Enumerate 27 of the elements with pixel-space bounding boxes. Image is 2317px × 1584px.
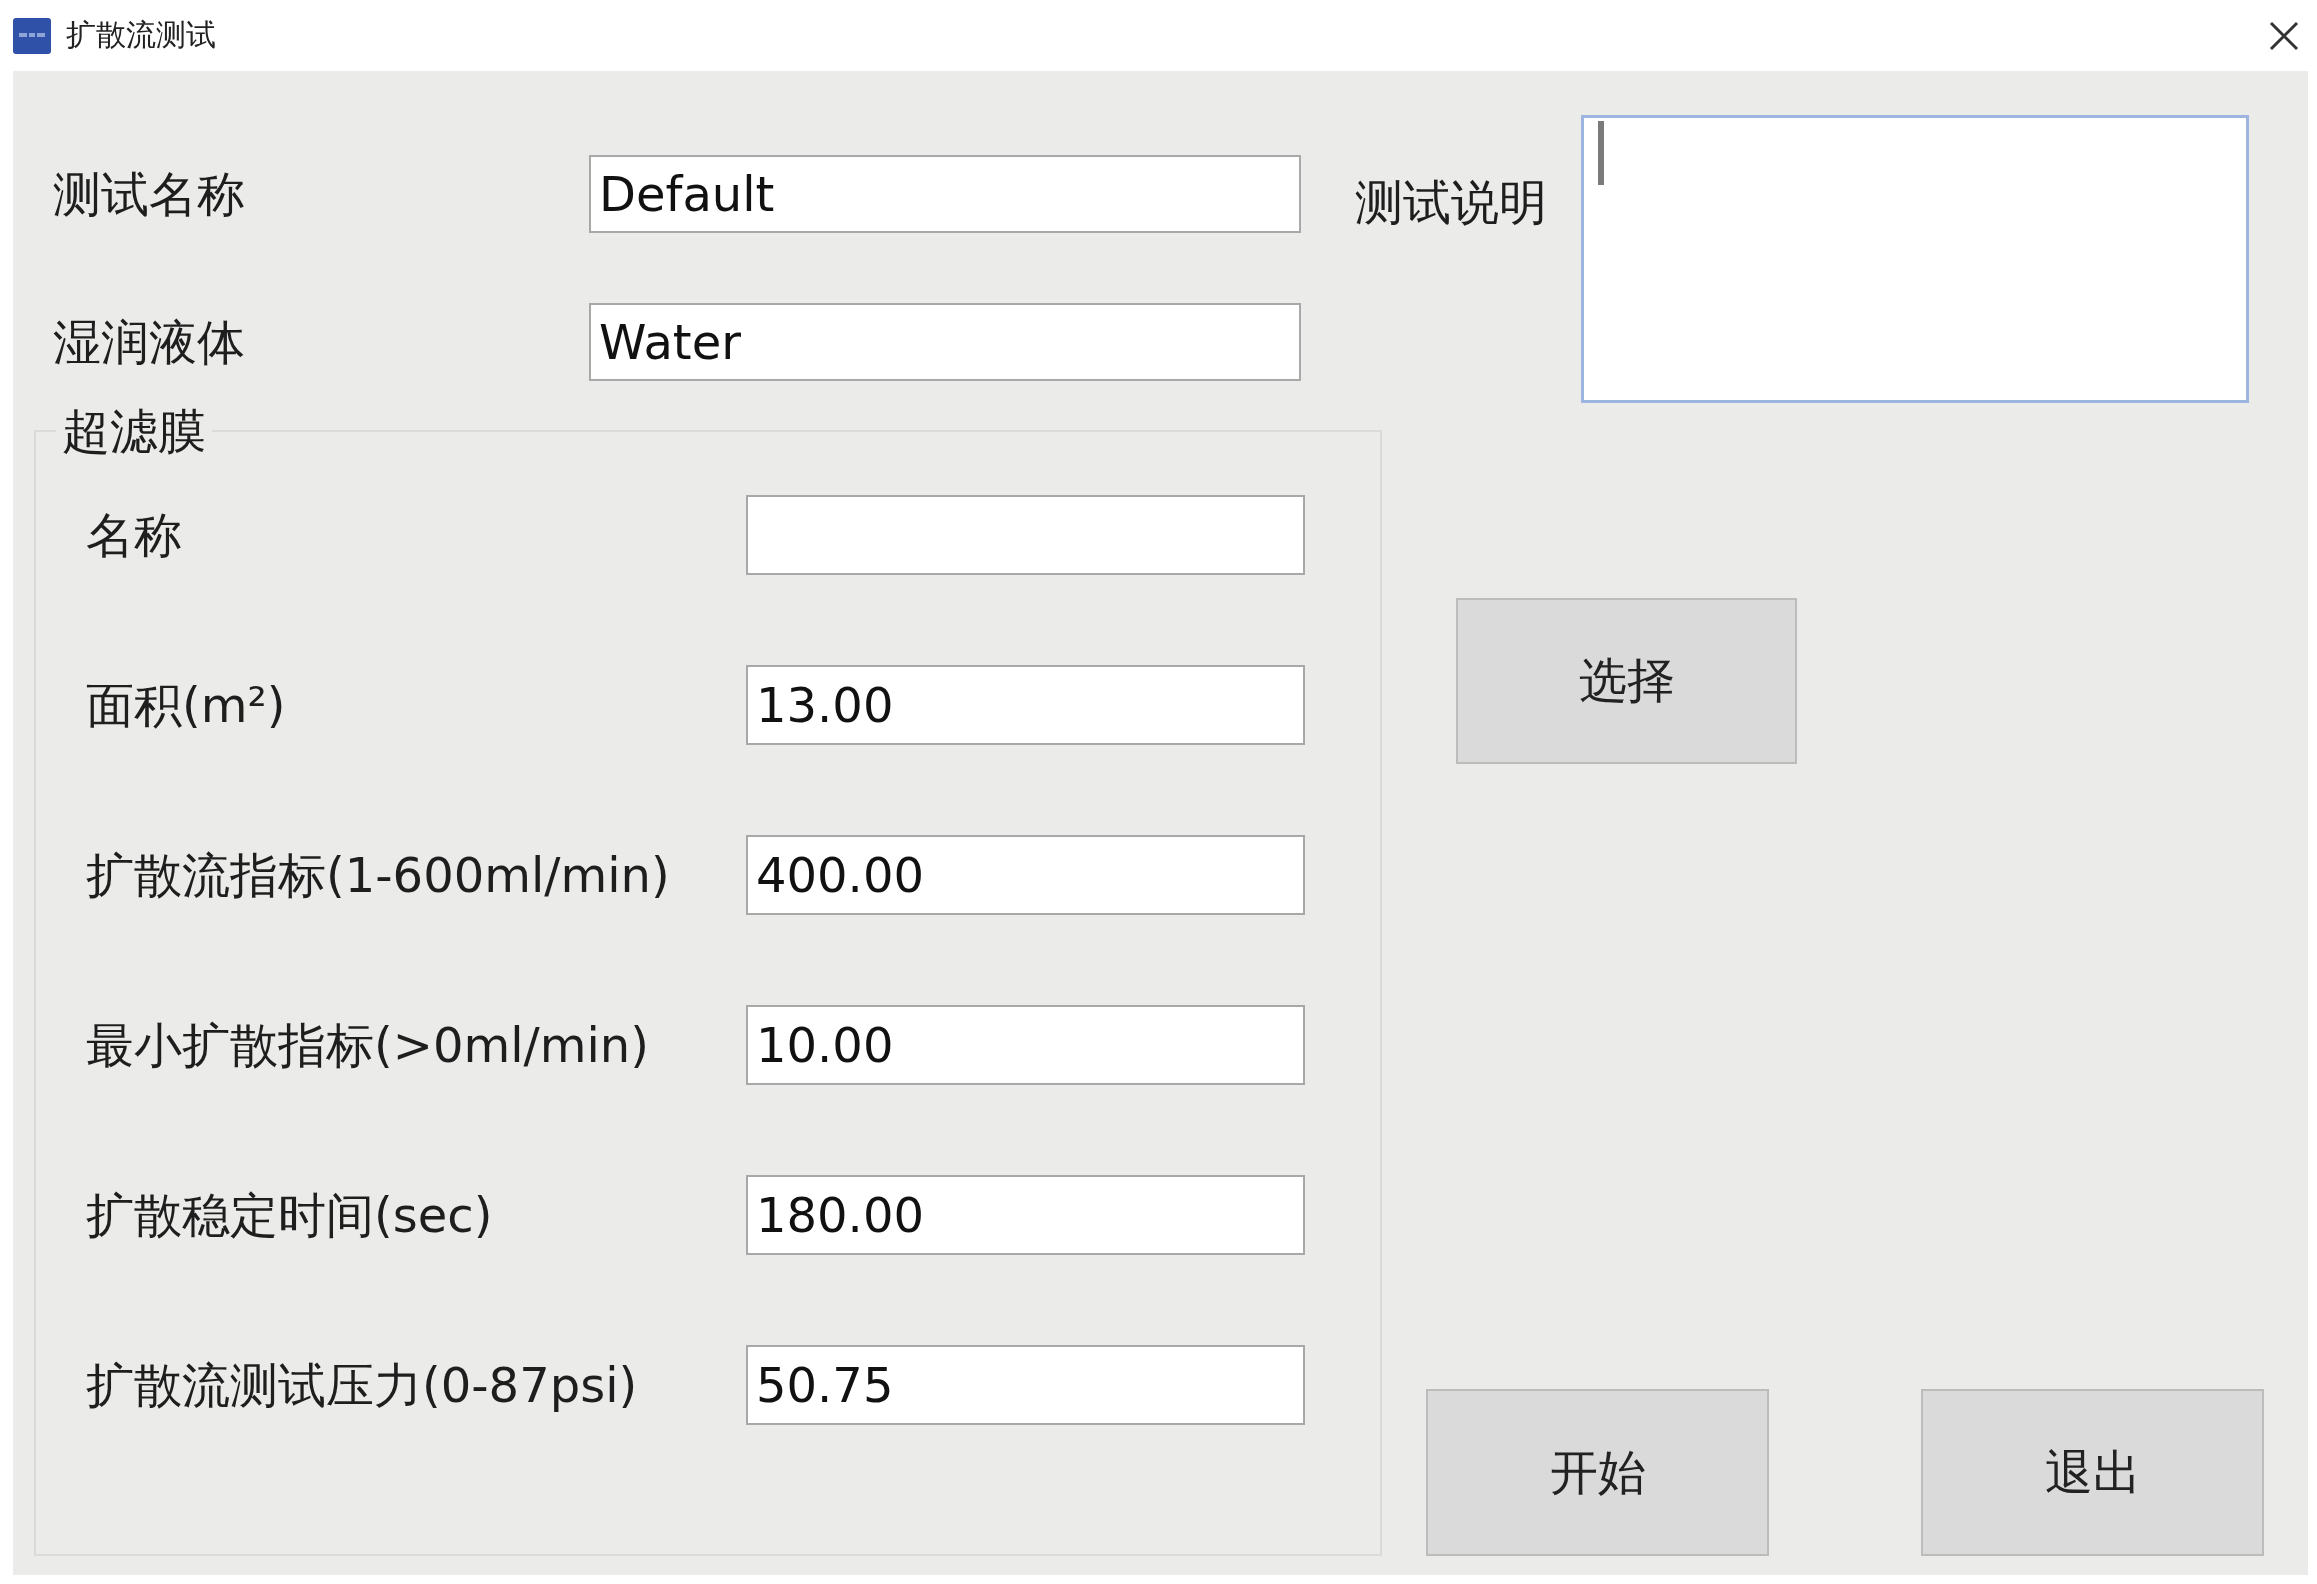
- close-button[interactable]: [2269, 20, 2299, 51]
- exit-button[interactable]: 退出: [1921, 1389, 2264, 1556]
- field-label: 面积(m²): [86, 677, 287, 733]
- field-label: 扩散稳定时间(sec): [86, 1187, 494, 1243]
- input-field[interactable]: 50.75: [746, 1345, 1305, 1425]
- field-label: 名称: [86, 507, 183, 563]
- field-label: 湿润液体: [53, 314, 246, 370]
- input-field[interactable]: 13.00: [746, 665, 1305, 745]
- select-button[interactable]: 选择: [1456, 598, 1797, 764]
- input-field[interactable]: Water: [589, 303, 1301, 381]
- window-title: 扩散流测试: [66, 16, 216, 54]
- group-title: 超滤膜: [61, 407, 207, 455]
- start-button[interactable]: 开始: [1426, 1389, 1769, 1556]
- text-cursor-icon: [1598, 121, 1604, 185]
- input-field[interactable]: 400.00: [746, 835, 1305, 915]
- field-label: 最小扩散指标(>0ml/min): [86, 1017, 650, 1073]
- field-label: 扩散流测试压力(0-87psi): [86, 1357, 639, 1413]
- field-label: 测试说明: [1355, 174, 1547, 230]
- input-field[interactable]: 180.00: [746, 1175, 1305, 1255]
- description-field[interactable]: [1581, 115, 2249, 403]
- close-icon: [2269, 20, 2299, 51]
- input-field[interactable]: [746, 495, 1305, 575]
- input-field[interactable]: 10.00: [746, 1005, 1305, 1085]
- field-label: 测试名称: [53, 166, 246, 222]
- app-icon: [13, 17, 51, 54]
- input-field[interactable]: Default: [589, 155, 1301, 233]
- field-label: 扩散流指标(1-600ml/min): [86, 847, 671, 903]
